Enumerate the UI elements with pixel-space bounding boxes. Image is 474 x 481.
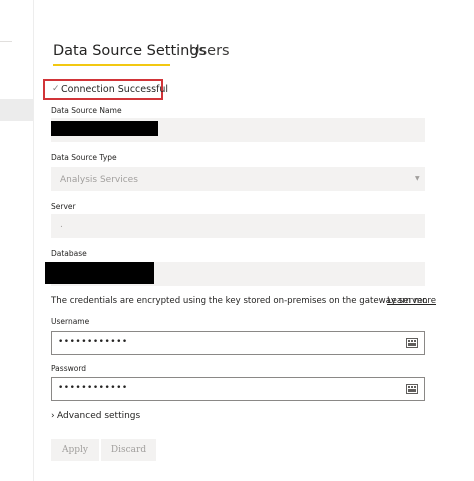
chevron-down-icon: ▼ <box>415 175 420 182</box>
password-label: Password <box>51 364 87 373</box>
redacted-value <box>51 121 158 136</box>
username-field[interactable]: •••••••••••• <box>51 331 425 355</box>
left-nav-divider <box>0 41 12 42</box>
data-source-type-label: Data Source Type <box>51 153 117 162</box>
server-value: . <box>60 220 63 230</box>
redacted-value <box>45 262 154 284</box>
discard-button[interactable]: Discard <box>101 439 156 461</box>
data-source-type-value: Analysis Services <box>60 175 138 185</box>
data-source-name-label: Data Source Name <box>51 106 122 115</box>
connection-status-text: Connection Successful <box>61 84 169 95</box>
active-tab-indicator <box>53 64 170 66</box>
username-label: Username <box>51 317 90 326</box>
password-value: •••••••••••• <box>58 383 128 393</box>
username-value: •••••••••••• <box>58 337 128 347</box>
left-panel-border <box>33 0 34 481</box>
credentials-info-text: The credentials are encrypted using the … <box>51 296 428 306</box>
advanced-settings-label: Advanced settings <box>57 411 141 421</box>
advanced-settings-toggle[interactable]: › Advanced settings <box>51 411 140 421</box>
password-field[interactable]: •••••••••••• <box>51 377 425 401</box>
learn-more-link[interactable]: Learn more <box>387 296 436 306</box>
apply-button[interactable]: Apply <box>51 439 99 461</box>
keyboard-icon[interactable] <box>406 338 418 348</box>
check-icon: ✓ <box>52 84 60 94</box>
keyboard-icon[interactable] <box>406 384 418 394</box>
tab-data-source-settings[interactable]: Data Source Settings <box>53 43 206 59</box>
server-field[interactable] <box>51 214 425 238</box>
server-label: Server <box>51 202 76 211</box>
database-label: Database <box>51 249 87 258</box>
tab-users[interactable]: Users <box>189 43 230 59</box>
left-nav-selected-item[interactable] <box>0 99 33 121</box>
